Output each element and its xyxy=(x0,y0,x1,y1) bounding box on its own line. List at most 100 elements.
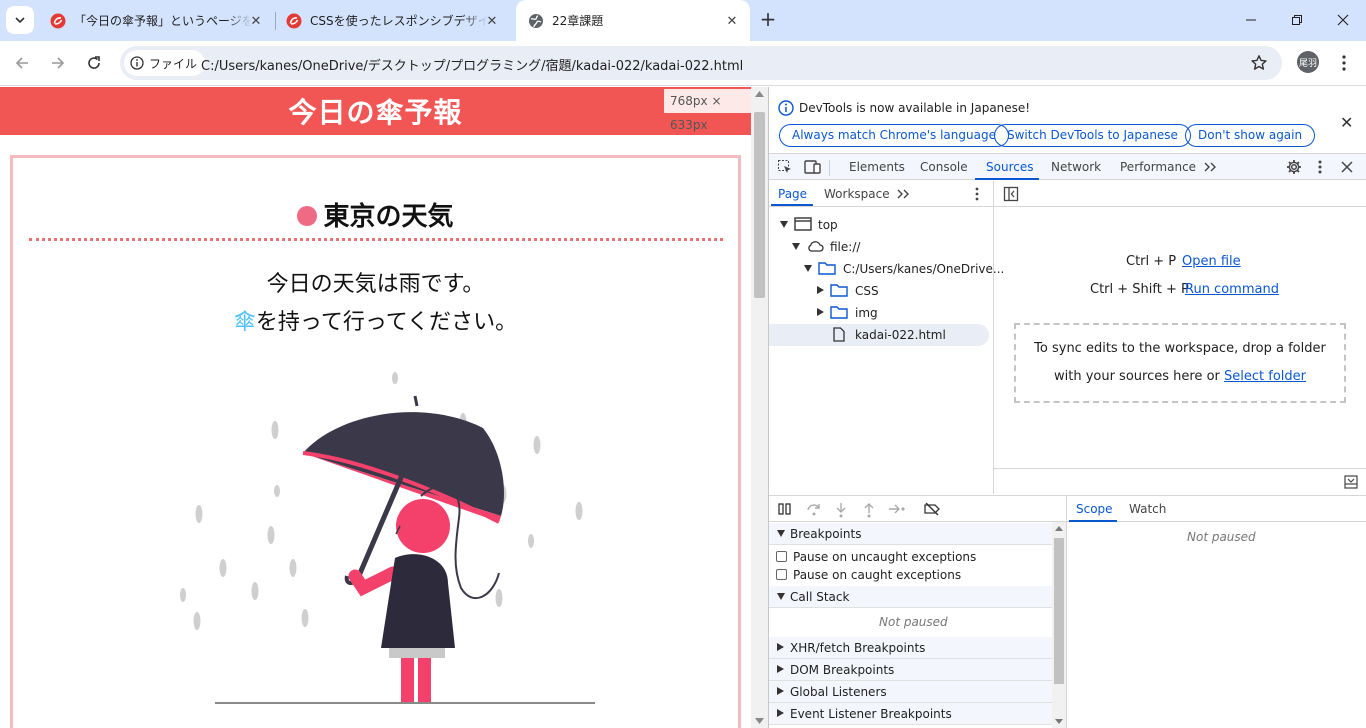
triangle-down-icon[interactable] xyxy=(804,265,812,272)
site-info-label: ファイル xyxy=(149,56,198,71)
tree-label: top xyxy=(818,218,838,232)
triangle-right-icon[interactable] xyxy=(817,286,824,294)
close-tab-icon[interactable]: ✕ xyxy=(724,13,740,29)
browser-tab-1[interactable]: 「今日の傘予報」というページを作成 ✕ xyxy=(38,0,274,41)
close-tab-icon[interactable]: ✕ xyxy=(484,13,500,29)
scroll-down-arrow-icon[interactable] xyxy=(1055,719,1063,724)
more-vert-icon[interactable] xyxy=(1318,159,1322,175)
back-button[interactable] xyxy=(8,49,36,77)
tab-network[interactable]: Network xyxy=(1051,160,1101,174)
debugger-split-divider[interactable] xyxy=(1066,495,1067,728)
tab-search-button[interactable] xyxy=(6,6,34,34)
browser-menu-button[interactable] xyxy=(1337,51,1351,75)
scrollbar-thumb[interactable] xyxy=(1054,538,1064,684)
browser-tab-2[interactable]: CSSを使ったレスポンシブデザインを理 ✕ xyxy=(274,0,510,41)
chevron-down-icon xyxy=(15,17,25,24)
inspect-element-icon[interactable] xyxy=(777,159,793,175)
call-stack-label: Call Stack xyxy=(790,590,850,604)
close-window-button[interactable] xyxy=(1320,0,1366,40)
tab-watch[interactable]: Watch xyxy=(1129,502,1166,516)
page-header: 今日の傘予報 xyxy=(0,87,751,135)
global-label: Global Listeners xyxy=(790,685,887,699)
call-stack-section-header[interactable]: Call Stack xyxy=(769,586,1052,608)
checkbox-box[interactable] xyxy=(776,551,787,562)
profile-avatar[interactable]: 尾羽 xyxy=(1297,51,1319,73)
scroll-up-arrow-icon[interactable] xyxy=(755,91,764,97)
dotted-divider xyxy=(29,238,723,241)
open-file-link[interactable]: Open file xyxy=(1182,254,1241,269)
site-info-chip[interactable]: ファイル xyxy=(124,50,206,76)
tab-elements[interactable]: Elements xyxy=(849,160,905,174)
step-into-icon[interactable] xyxy=(835,502,847,518)
step-out-icon[interactable] xyxy=(863,502,875,518)
tree-item-root-folder[interactable]: C:/Users/kanes/OneDrive... xyxy=(769,258,1004,280)
device-toolbar-icon[interactable] xyxy=(804,159,822,175)
pause-icon[interactable] xyxy=(778,503,792,515)
dom-breakpoints-section-header[interactable]: DOM Breakpoints xyxy=(769,659,1052,681)
scroll-down-arrow-icon[interactable] xyxy=(755,718,764,724)
tree-item-css-folder[interactable]: CSS xyxy=(769,280,989,302)
navigator-divider[interactable] xyxy=(993,181,994,494)
page-scrollbar[interactable] xyxy=(751,87,768,728)
navigator-tab-page[interactable]: Page xyxy=(778,187,807,201)
more-vert-icon[interactable] xyxy=(975,186,979,202)
drop-zone-text-2: with your sources here or Select folder xyxy=(1016,363,1344,391)
debugger-sidebar-scrollbar[interactable] xyxy=(1052,522,1066,728)
address-bar[interactable]: ファイル C:/Users/kanes/OneDrive/デスクトップ/プログラ… xyxy=(120,46,1282,80)
more-tabs-chevron-icon[interactable] xyxy=(896,188,910,200)
page-title: 今日の傘予報 xyxy=(288,96,463,129)
toggle-drawer-icon[interactable] xyxy=(1344,475,1358,489)
close-infobar-icon[interactable]: ✕ xyxy=(1340,113,1353,132)
breakpoints-section-header[interactable]: Breakpoints xyxy=(769,523,1052,545)
select-folder-link[interactable]: Select folder xyxy=(1224,369,1306,384)
editor-toolbar xyxy=(994,181,1366,207)
close-tab-icon[interactable]: ✕ xyxy=(248,13,264,29)
step-icon[interactable] xyxy=(888,503,906,515)
global-listeners-section-header[interactable]: Global Listeners xyxy=(769,681,1052,703)
tab-performance[interactable]: Performance xyxy=(1120,160,1196,174)
triangle-right-icon[interactable] xyxy=(817,308,824,316)
triangle-down-icon xyxy=(777,593,785,600)
xhr-breakpoints-section-header[interactable]: XHR/fetch Breakpoints xyxy=(769,637,1052,659)
checkbox-box[interactable] xyxy=(776,569,787,580)
url-text[interactable]: C:/Users/kanes/OneDrive/デスクトップ/プログラミング/宿… xyxy=(201,55,743,74)
forward-button[interactable] xyxy=(44,49,72,77)
triangle-down-icon[interactable] xyxy=(780,221,788,228)
dont-show-again-button[interactable]: Don't show again xyxy=(1185,124,1316,147)
minimize-button[interactable] xyxy=(1228,0,1274,40)
globe-icon xyxy=(529,13,543,28)
navigator-tab-indicator xyxy=(771,204,813,206)
browser-tab-3-active[interactable]: 22章課題 ✕ xyxy=(516,0,750,41)
close-devtools-icon[interactable] xyxy=(1340,160,1354,174)
triangle-down-icon[interactable] xyxy=(792,243,800,250)
folder-icon xyxy=(830,284,848,297)
toggle-navigator-icon[interactable] xyxy=(1003,186,1019,202)
triangle-right-icon xyxy=(777,709,784,717)
switch-to-japanese-button[interactable]: Switch DevTools to Japanese xyxy=(994,124,1191,147)
tab-sources[interactable]: Sources xyxy=(986,160,1033,174)
restore-button[interactable] xyxy=(1274,0,1320,40)
tree-item-file-scheme[interactable]: file:// xyxy=(769,236,989,258)
workspace-drop-zone[interactable]: To sync edits to the workspace, drop a f… xyxy=(1014,323,1346,403)
minimize-icon xyxy=(1246,19,1256,21)
step-over-icon[interactable] xyxy=(806,502,822,516)
event-listener-breakpoints-section-header[interactable]: Event Listener Breakpoints xyxy=(769,703,1052,725)
always-match-language-button[interactable]: Always match Chrome's language xyxy=(779,124,1009,147)
tree-item-html-file[interactable]: kadai-022.html xyxy=(769,324,989,346)
tab-console[interactable]: Console xyxy=(920,160,968,174)
new-tab-button[interactable]: + xyxy=(758,9,778,30)
bookmark-star-icon[interactable] xyxy=(1250,54,1268,72)
scrollbar-thumb[interactable] xyxy=(754,112,765,298)
tree-item-top[interactable]: top xyxy=(769,214,989,236)
scroll-up-arrow-icon[interactable] xyxy=(1055,526,1063,531)
tree-item-img-folder[interactable]: img xyxy=(769,302,989,324)
folder-icon xyxy=(830,306,848,319)
tab-scope[interactable]: Scope xyxy=(1076,502,1113,516)
more-tabs-chevron-icon[interactable] xyxy=(1203,161,1217,173)
deactivate-breakpoints-icon[interactable] xyxy=(923,502,941,516)
message-line-1: 今日の天気は雨です。 xyxy=(266,272,485,297)
navigator-tab-workspace[interactable]: Workspace xyxy=(824,187,890,201)
settings-gear-icon[interactable] xyxy=(1286,159,1302,175)
run-command-link[interactable]: Run command xyxy=(1185,282,1279,297)
reload-button[interactable] xyxy=(80,49,108,77)
